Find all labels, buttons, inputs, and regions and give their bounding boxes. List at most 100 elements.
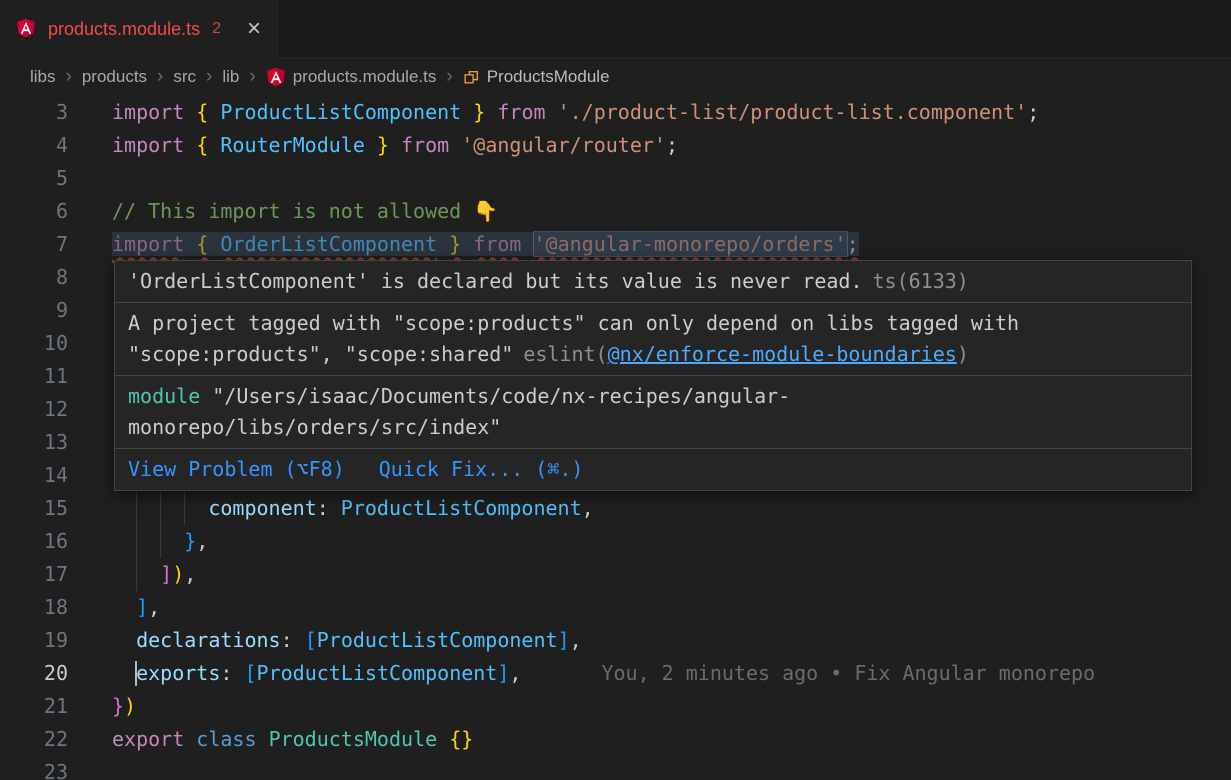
breadcrumb-item-productsmodule[interactable]: ProductsModule	[463, 67, 610, 87]
code-token	[112, 661, 136, 685]
indent-guide	[136, 558, 137, 591]
code-line[interactable]: 22export class ProductsModule {}	[0, 723, 1231, 756]
indent-guide	[160, 492, 161, 525]
line-number: 14	[0, 459, 68, 492]
breadcrumb-item-libs[interactable]: libs	[30, 67, 56, 87]
code-token: ,	[184, 562, 196, 586]
eslint-rule-link[interactable]: @nx/enforce-module-boundaries	[608, 342, 957, 366]
code-line-content: import { ProductListComponent } from './…	[112, 96, 1231, 129]
breadcrumb-label: products.module.ts	[293, 67, 437, 87]
line-number: 5	[0, 162, 68, 195]
code-line[interactable]: 6 // This import is not allowed 👇	[0, 195, 1231, 228]
code-line-content: // This import is not allowed 👇	[112, 195, 1231, 228]
code-line-content: declarations: [ProductListComponent],	[112, 624, 1231, 657]
indent-guide	[184, 492, 185, 525]
line-number: 20	[0, 657, 68, 690]
error-squiggle-highlight: import { OrderListComponent } from '@ang…	[112, 232, 859, 256]
code-line-content	[112, 756, 1231, 780]
code-token: ]	[136, 595, 148, 619]
code-token: // This import is not allowed	[112, 199, 473, 223]
code-token: ProductListComponent	[341, 496, 582, 520]
code-token	[449, 133, 461, 157]
code-token: component	[208, 496, 316, 520]
indent-guide	[136, 525, 137, 558]
code-line[interactable]: 21})	[0, 690, 1231, 723]
line-number: 19	[0, 624, 68, 657]
code-line[interactable]: 23	[0, 756, 1231, 780]
code-line-content: export class ProductsModule {}	[112, 723, 1231, 756]
code-token: :	[220, 661, 244, 685]
line-number: 15	[0, 492, 68, 525]
code-token: {	[196, 133, 208, 157]
code-token	[184, 100, 196, 124]
line-number: 16	[0, 525, 68, 558]
code-token: :	[281, 628, 305, 652]
code-token: class	[196, 727, 256, 751]
code-token	[112, 595, 136, 619]
code-token: ;	[666, 133, 678, 157]
code-token	[257, 727, 269, 751]
code-token	[208, 232, 220, 256]
code-token: }	[473, 100, 485, 124]
code-token: declarations	[136, 628, 281, 652]
code-line[interactable]: 18 ],	[0, 591, 1231, 624]
code-line-content: },	[112, 525, 1231, 558]
module-info: module"/Users/isaac/Documents/code/nx-re…	[115, 376, 1191, 449]
code-token: {}	[449, 727, 473, 751]
breadcrumb-item-products-module-ts[interactable]: products.module.ts	[266, 67, 437, 87]
angular-file-icon	[16, 18, 38, 40]
code-line[interactable]: 15 component: ProductListComponent,	[0, 492, 1231, 525]
breadcrumb-item-src[interactable]: src	[173, 67, 196, 87]
breadcrumb: libs›products›src›lib› products.module.t…	[0, 58, 1231, 96]
eslint-source-open: eslint(	[523, 342, 607, 366]
code-line[interactable]: 4 import { RouterModule } from '@angular/…	[0, 129, 1231, 162]
code-line[interactable]: 20 exports: [ProductListComponent],You, …	[0, 657, 1231, 690]
breadcrumb-item-lib[interactable]: lib	[222, 67, 239, 87]
code-line-content: ]),	[112, 558, 1231, 591]
code-line[interactable]: 19 declarations: [ProductListComponent],	[0, 624, 1231, 657]
code-token	[184, 232, 196, 256]
code-token	[521, 232, 533, 256]
code-line[interactable]: 16 },	[0, 525, 1231, 558]
close-icon[interactable]: ×	[247, 17, 261, 41]
module-path-line1: "/Users/isaac/Documents/code/nx-recipes/…	[212, 384, 790, 408]
eslint-error-message: A project tagged with "scope:products" c…	[115, 303, 1191, 376]
code-token: :	[317, 496, 341, 520]
code-token: '@angular/router'	[461, 133, 666, 157]
code-line-content: import { RouterModule } from '@angular/r…	[112, 129, 1231, 162]
line-number: 4	[0, 129, 68, 162]
chevron-right-icon: ›	[66, 66, 72, 88]
line-number: 7	[0, 228, 68, 261]
code-token: }	[112, 694, 124, 718]
code-token: '@angular-monorepo/orders'	[534, 232, 847, 256]
code-token: ,	[509, 661, 521, 685]
breadcrumb-item-products[interactable]: products	[82, 67, 147, 87]
code-token: ProductListComponent	[257, 661, 498, 685]
code-editor[interactable]: 3import { ProductListComponent } from '.…	[0, 96, 1231, 780]
code-token: )	[172, 562, 184, 586]
code-line[interactable]: 7 import { OrderListComponent } from '@an…	[0, 228, 1231, 261]
line-number: 6	[0, 195, 68, 228]
code-line[interactable]: 5	[0, 162, 1231, 195]
code-token: exports	[136, 661, 220, 685]
code-token: OrderListComponent	[220, 232, 437, 256]
code-line[interactable]: 3import { ProductListComponent } from '.…	[0, 96, 1231, 129]
code-line-content: component: ProductListComponent,	[112, 492, 1231, 525]
code-token: ;	[847, 232, 859, 256]
code-token: {	[196, 232, 208, 256]
chevron-right-icon: ›	[446, 66, 452, 88]
code-token	[184, 727, 196, 751]
code-line[interactable]: 17 ]),	[0, 558, 1231, 591]
chevron-right-icon: ›	[249, 66, 255, 88]
text-cursor	[135, 661, 137, 686]
code-line-content	[112, 162, 1231, 195]
line-number: 23	[0, 756, 68, 780]
code-token: ,	[570, 628, 582, 652]
hover-action-view[interactable]: View Problem (⌥F8)	[128, 454, 345, 485]
code-token: }	[184, 529, 196, 553]
eslint-text-line1: A project tagged with "scope:products" c…	[128, 311, 1019, 335]
code-token: ,	[148, 595, 160, 619]
tab-products-module[interactable]: products.module.ts 2 ×	[0, 0, 278, 58]
line-number: 18	[0, 591, 68, 624]
hover-action-quick[interactable]: Quick Fix... (⌘.)	[379, 454, 584, 485]
